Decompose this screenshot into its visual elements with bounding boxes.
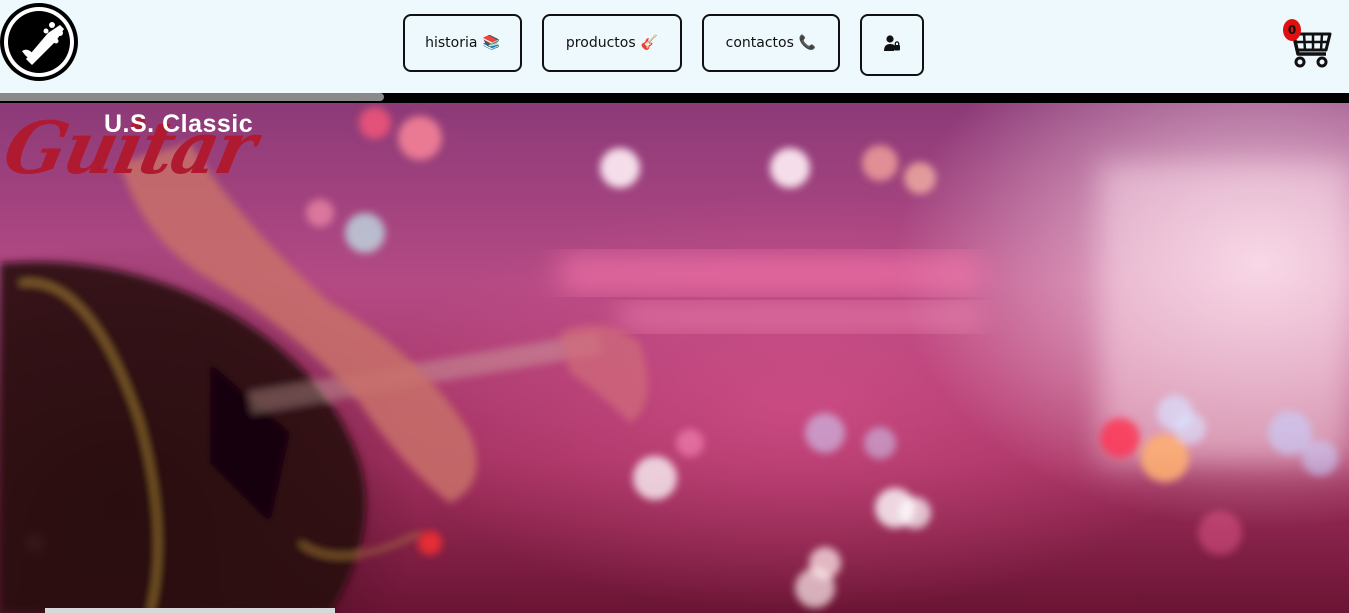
login-button[interactable] (860, 14, 924, 76)
hero-banner-image: Guitar U.S. Classic (0, 103, 1349, 613)
bottom-divider (45, 608, 335, 613)
guitar-logo[interactable] (0, 3, 78, 81)
books-icon: 📚 (482, 35, 500, 51)
user-lock-icon (883, 34, 901, 56)
nav-productos-label: productos (565, 35, 636, 51)
nav-historia-label: historia (425, 35, 478, 51)
cart-count-badge: 0 (1283, 19, 1301, 41)
phone-icon: 📞 (798, 35, 817, 51)
nav-contactos-button[interactable]: contactos 📞 (702, 14, 840, 72)
nav-contactos-label: contactos (725, 35, 794, 51)
guitar-icon: 🎸 (640, 35, 659, 51)
brand-top-text: U.S. Classic (104, 110, 254, 138)
scroll-progress-bar (0, 93, 384, 101)
top-navbar: historia 📚 productos 🎸 contactos 📞 0 (0, 0, 1349, 93)
nav-historia-button[interactable]: historia 📚 (403, 14, 522, 72)
guitar-headstock-icon (8, 11, 70, 73)
nav-productos-button[interactable]: productos 🎸 (542, 14, 682, 72)
